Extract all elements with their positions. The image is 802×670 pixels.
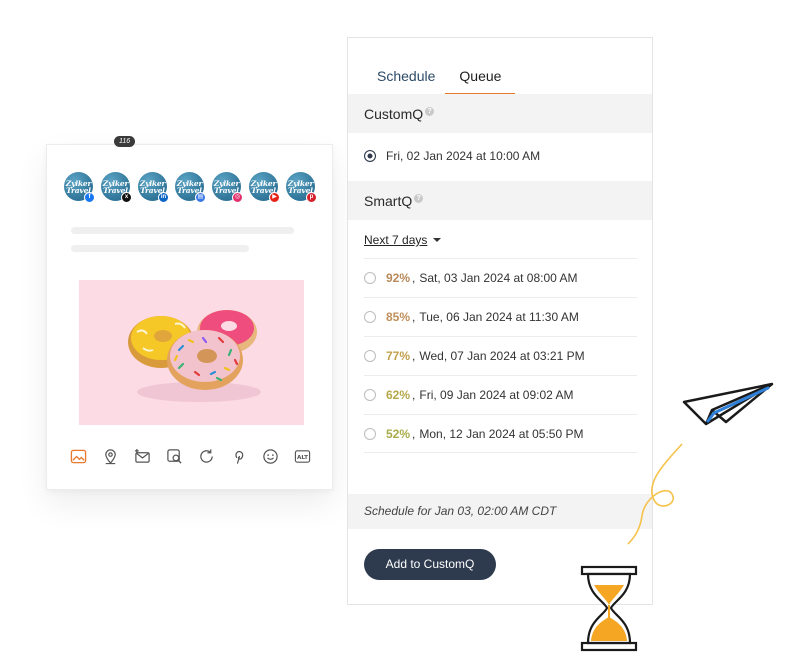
help-icon[interactable]: ? [425,107,435,116]
engagement-score: 77% [386,349,411,363]
smartq-slot-option[interactable]: 52%, Mon, 12 Jan 2024 at 05:50 PM [364,414,637,453]
separator: , [412,426,416,441]
help-icon[interactable]: ? [414,194,424,203]
schedule-note: Schedule for Jan 03, 02:00 AM CDT [348,494,652,529]
engagement-score: 85% [386,310,411,324]
pinterest-icon[interactable] [229,447,248,466]
smartq-slot-option[interactable]: 62%, Fri, 09 Jan 2024 at 09:02 AM [364,375,637,414]
smartq-slot-option[interactable]: 92%, Sat, 03 Jan 2024 at 08:00 AM [364,258,637,297]
engagement-score: 92% [386,271,411,285]
compose-toolbar: ALT [69,447,312,466]
profile-avatar-list: Zylker Travel f Zylker Travel x Zylker Travel in… [64,172,317,203]
engagement-score: 52% [386,426,411,441]
smartq-slot-option[interactable]: 77%, Wed, 07 Jan 2024 at 03:21 PM [364,336,637,375]
post-image-donuts[interactable] [79,280,304,425]
customq-title: CustomQ [364,106,424,122]
schedule-queue-panel: Schedule Queue CustomQ? Fri, 02 Jan 2024… [347,37,653,605]
add-mail-icon[interactable] [133,447,152,466]
profile-avatar-x[interactable]: Zylker Travel x [101,172,132,203]
separator: , [412,271,416,285]
smartq-header: SmartQ? [348,181,652,220]
customq-slot-label: Fri, 02 Jan 2024 at 10:00 AM [386,149,541,163]
slot-time-label: Tue, 06 Jan 2024 at 11:30 AM [419,310,579,324]
character-count-badge: 116 [114,136,136,147]
post-compose-card: Zylker Travel f Zylker Travel x Zylker Travel in… [46,136,333,490]
refresh-icon[interactable] [197,447,216,466]
donuts-illustration [128,310,261,402]
text-placeholder-line [71,227,294,234]
text-placeholder-line [71,245,249,252]
instagram-icon: ◎ [232,192,243,203]
location-pin-icon[interactable] [101,447,120,466]
pinterest-icon: p [306,192,317,203]
linkedin-icon: in [158,192,169,203]
radio-unselected[interactable] [364,272,376,284]
customq-header: CustomQ? [348,94,652,133]
separator: , [412,349,416,363]
radio-unselected[interactable] [364,311,376,323]
caret-down-icon [433,238,442,242]
x-icon: x [121,192,132,203]
radio-selected[interactable] [364,150,376,162]
separator: , [412,388,416,402]
dashed-trail-decoration [627,443,683,545]
profile-avatar-instagram[interactable]: Zylker Travel ◎ [212,172,243,203]
radio-unselected[interactable] [364,350,376,362]
profile-avatar-linkedin[interactable]: Zylker Travel in [138,172,169,203]
panel-tabs: Schedule Queue [377,68,539,95]
profile-avatar-google-business[interactable]: Zylker Travel ▤ [175,172,206,203]
alt-text-label: ALT [297,455,308,461]
customq-slot-option[interactable]: Fri, 02 Jan 2024 at 10:00 AM [364,149,540,163]
tab-schedule[interactable]: Schedule [377,68,435,95]
slot-time-label: Wed, 07 Jan 2024 at 03:21 PM [419,349,585,363]
slot-time-label: Fri, 09 Jan 2024 at 09:02 AM [419,388,574,402]
smartq-title: SmartQ [364,193,413,209]
youtube-icon: ▶ [269,192,280,203]
tab-queue[interactable]: Queue [445,68,516,95]
slot-time-label: Mon, 12 Jan 2024 at 05:50 PM [419,426,584,441]
date-range-dropdown[interactable]: Next 7 days [364,233,442,247]
slot-time-label: Sat, 03 Jan 2024 at 08:00 AM [419,271,578,285]
engagement-score: 62% [386,388,411,402]
profile-avatar-pinterest[interactable]: Zylker Travel p [286,172,317,203]
profile-avatar-youtube[interactable]: Zylker Travel ▶ [249,172,280,203]
google-business-icon: ▤ [195,192,206,203]
add-to-customq-button[interactable]: Add to CustomQ [364,549,496,580]
radio-unselected[interactable] [364,389,376,401]
search-image-icon[interactable] [165,447,184,466]
smartq-slot-option[interactable]: 85%, Tue, 06 Jan 2024 at 11:30 AM [364,297,637,336]
image-icon[interactable] [69,447,88,466]
emoji-icon[interactable] [261,447,280,466]
profile-avatar-facebook[interactable]: Zylker Travel f [64,172,95,203]
paper-plane-icon [682,382,774,426]
date-range-label: Next 7 days [364,233,428,247]
radio-unselected[interactable] [364,427,376,440]
separator: , [412,310,416,324]
smartq-slot-list: 92%, Sat, 03 Jan 2024 at 08:00 AM 85%, Tue,… [364,258,637,453]
hourglass-icon [580,565,638,652]
facebook-icon: f [84,192,95,203]
alt-text-icon[interactable]: ALT [293,447,312,466]
